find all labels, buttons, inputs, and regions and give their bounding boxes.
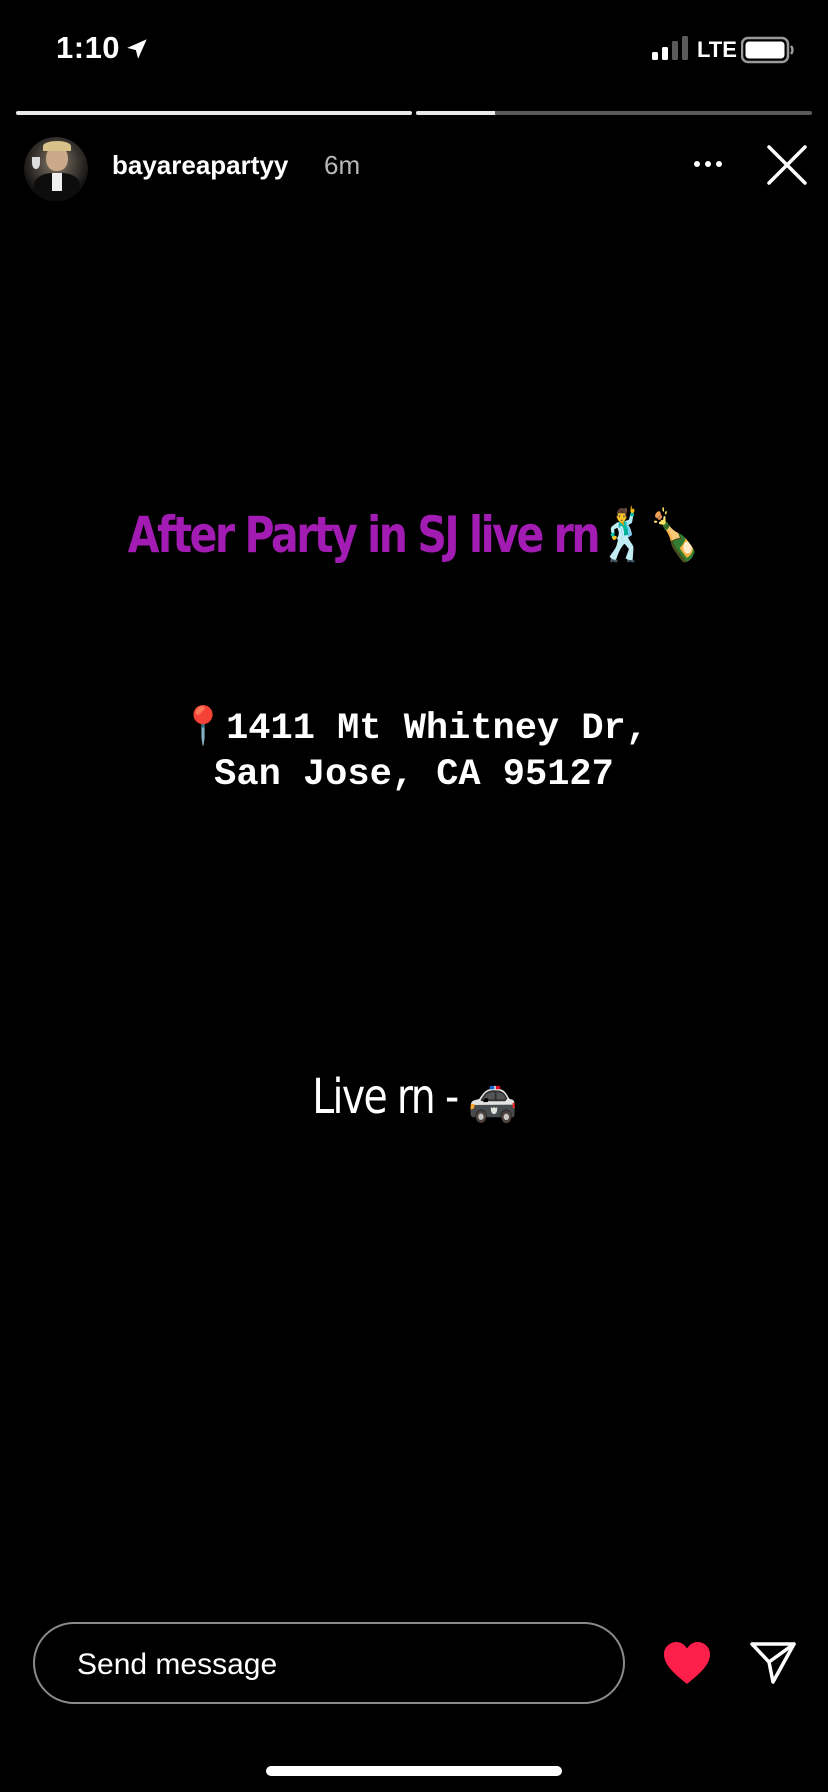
story-live-text: Live rn - 🚓	[75, 1068, 754, 1125]
story-progress-fill-1	[16, 111, 412, 115]
story-content[interactable]: After Party in SJ live rn🕺🍾 📍1411 Mt Whi…	[0, 220, 828, 1600]
signal-icon	[652, 36, 688, 60]
police-car-emoji: 🚓	[468, 1069, 517, 1125]
location-arrow-icon	[127, 39, 147, 59]
story-progress-segment-2	[416, 111, 812, 115]
username[interactable]: bayareapartyy	[112, 150, 288, 181]
story-progress-fill-2	[416, 111, 496, 115]
timestamp: 6m	[324, 150, 361, 180]
address-line-2: San Jose, CA 95127	[214, 754, 614, 796]
close-icon[interactable]	[764, 142, 810, 188]
status-bar: 1:10 LTE	[0, 0, 828, 100]
story-headline: After Party in SJ live rn🕺🍾	[75, 506, 754, 565]
send-icon[interactable]	[748, 1638, 798, 1686]
live-text: Live rn -	[312, 1069, 459, 1125]
battery-icon	[741, 36, 794, 64]
story-header: bayareapartyy 6m	[0, 128, 828, 201]
story-address: 📍1411 Mt Whitney Dr, San Jose, CA 95127	[0, 706, 828, 798]
avatar[interactable]	[24, 137, 88, 201]
status-time: 1:10	[56, 30, 121, 65]
story-headline-text: After Party in SJ live rn	[127, 506, 601, 564]
home-indicator[interactable]	[266, 1766, 562, 1776]
send-message-input[interactable]: Send message	[33, 1622, 625, 1704]
send-message-placeholder: Send message	[77, 1648, 278, 1681]
network-label: LTE	[697, 37, 737, 62]
more-options-icon[interactable]	[690, 152, 726, 176]
address-line-1: 📍1411 Mt Whitney Dr,	[180, 708, 648, 750]
headline-emoji: 🕺🍾	[598, 506, 701, 564]
story-progress-segment-1	[16, 111, 412, 115]
heart-icon[interactable]	[662, 1640, 712, 1686]
